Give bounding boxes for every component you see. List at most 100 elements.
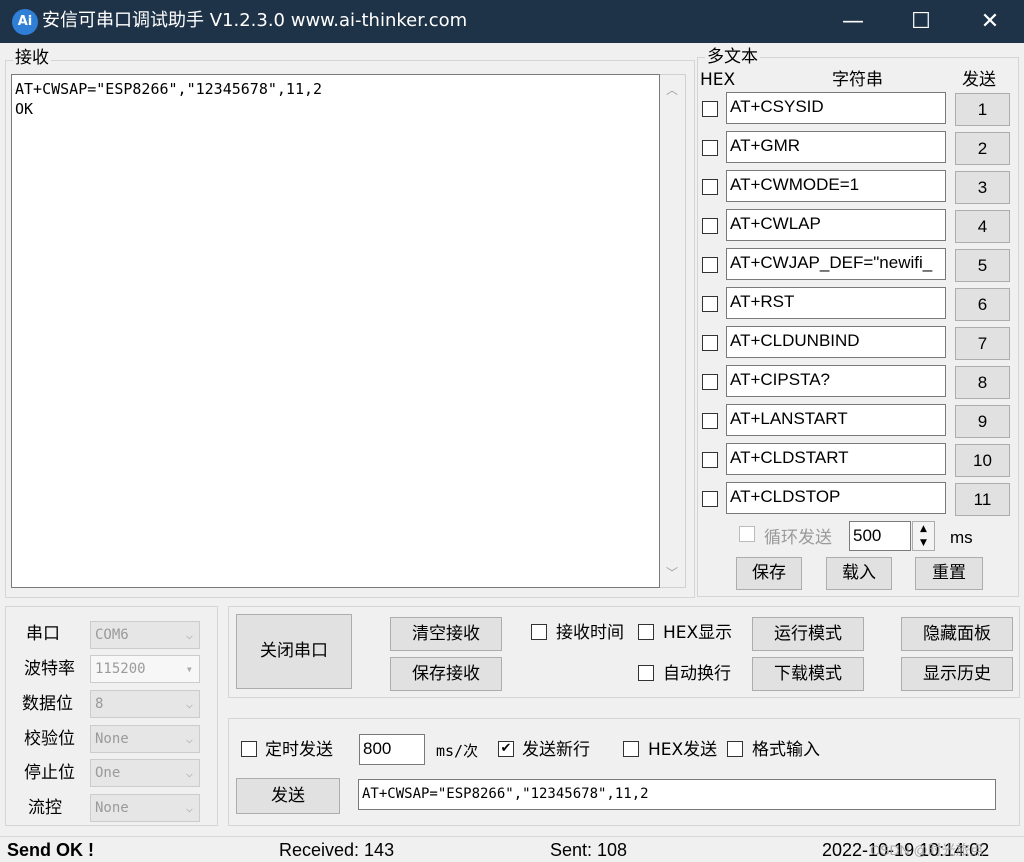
close-icon: ✕ <box>980 9 1000 34</box>
loop-send-checkbox[interactable] <box>739 526 755 542</box>
watermark: CSDN @时光旅点 <box>870 842 984 858</box>
multi-string-input[interactable]: AT+CLDSTART <box>726 443 946 475</box>
port-select[interactable]: COM6 ⌵ <box>90 621 200 649</box>
multi-string-input[interactable]: AT+CWJAP_DEF="newifi_ <box>726 248 946 280</box>
multi-string-input[interactable]: AT+LANSTART <box>726 404 946 436</box>
multi-string-input[interactable]: AT+CLDSTOP <box>726 482 946 514</box>
port-label: 串口 <box>26 624 60 644</box>
close-button[interactable]: ✕ <box>956 0 1024 43</box>
spin-up-icon[interactable]: ▲ <box>913 522 934 536</box>
save-button[interactable]: 保存 <box>736 557 802 590</box>
multi-string-input[interactable]: AT+CIPSTA? <box>726 365 946 397</box>
multi-hex-checkbox[interactable] <box>702 257 718 273</box>
multi-string-input[interactable]: AT+GMR <box>726 131 946 163</box>
receive-scrollbar[interactable]: ︿ ﹀ <box>660 74 686 588</box>
close-port-button[interactable]: 关闭串口 <box>236 614 352 689</box>
format-input-checkbox[interactable] <box>727 741 743 757</box>
send-input[interactable]: AT+CWSAP="ESP8266","12345678",11,2 <box>358 779 996 810</box>
minimize-button[interactable]: — <box>819 0 887 43</box>
multi-send-button[interactable]: 4 <box>955 210 1010 243</box>
databits-select[interactable]: 8 ⌵ <box>90 690 200 718</box>
multi-text-caption: 多文本 <box>705 46 760 68</box>
spin-down-icon[interactable]: ▼ <box>913 536 934 550</box>
minimize-icon: — <box>842 9 864 34</box>
received-count: Received: 143 <box>279 840 395 860</box>
receive-textarea[interactable]: AT+CWSAP="ESP8266","12345678",11,2 OK <box>11 74 660 588</box>
databits-value: 8 <box>95 696 104 712</box>
loop-interval-spinner[interactable]: ▲ ▼ <box>912 521 935 551</box>
multi-hex-checkbox[interactable] <box>702 101 718 117</box>
multi-hex-checkbox[interactable] <box>702 452 718 468</box>
multi-send-button[interactable]: 5 <box>955 249 1010 282</box>
multi-send-button[interactable]: 10 <box>955 444 1010 477</box>
show-history-button[interactable]: 显示历史 <box>901 657 1013 691</box>
timed-send-checkbox[interactable] <box>241 741 257 757</box>
reset-button[interactable]: 重置 <box>915 557 983 590</box>
chevron-down-icon: ⌵ <box>185 732 193 746</box>
window-title: 安信可串口调试助手 V1.2.3.0 www.ai-thinker.com <box>42 10 468 31</box>
multi-hex-checkbox[interactable] <box>702 335 718 351</box>
multi-hex-checkbox[interactable] <box>702 413 718 429</box>
multi-send-button[interactable]: 7 <box>955 327 1010 360</box>
run-mode-button[interactable]: 运行模式 <box>752 617 864 651</box>
maximize-button[interactable]: ☐ <box>887 0 955 43</box>
send-button[interactable]: 发送 <box>236 778 340 814</box>
send-interval-input[interactable]: 800 <box>359 734 425 765</box>
multi-string-input[interactable]: AT+CWLAP <box>726 209 946 241</box>
multi-hex-checkbox[interactable] <box>702 374 718 390</box>
flow-select[interactable]: None ⌵ <box>90 794 200 822</box>
multi-string-input[interactable]: AT+CLDUNBIND <box>726 326 946 358</box>
chevron-down-icon: ⌵ <box>185 766 193 780</box>
multi-send-button[interactable]: 9 <box>955 405 1010 438</box>
send-newline-checkbox[interactable]: ✔ <box>498 741 514 757</box>
parity-value: None <box>95 731 129 747</box>
stopbits-value: One <box>95 765 121 781</box>
hide-panel-button[interactable]: 隐藏面板 <box>901 617 1013 651</box>
multi-send-button[interactable]: 2 <box>955 132 1010 165</box>
maximize-icon: ☐ <box>911 9 931 34</box>
multi-hex-checkbox[interactable] <box>702 140 718 156</box>
hex-column-header: HEX <box>700 70 736 90</box>
string-column-header: 字符串 <box>832 70 883 90</box>
auto-newline-checkbox[interactable] <box>638 665 654 681</box>
sent-count: Sent: 108 <box>550 840 628 860</box>
loop-unit-label: ms <box>950 528 973 547</box>
multi-hex-checkbox[interactable] <box>702 179 718 195</box>
multi-send-button[interactable]: 3 <box>955 171 1010 204</box>
loop-interval-input[interactable]: 500 <box>849 521 911 551</box>
timed-send-label: 定时发送 <box>265 740 333 760</box>
multi-hex-checkbox[interactable] <box>702 218 718 234</box>
hex-send-checkbox[interactable] <box>623 741 639 757</box>
scroll-down-icon[interactable]: ﹀ <box>660 564 684 581</box>
multi-string-input[interactable]: AT+CSYSID <box>726 92 946 124</box>
clear-receive-button[interactable]: 清空接收 <box>390 617 502 651</box>
port-value: COM6 <box>95 627 129 643</box>
multi-send-button[interactable]: 1 <box>955 93 1010 126</box>
download-mode-button[interactable]: 下载模式 <box>752 657 864 691</box>
multi-send-button[interactable]: 8 <box>955 366 1010 399</box>
load-button[interactable]: 载入 <box>826 557 892 590</box>
multi-send-button[interactable]: 6 <box>955 288 1010 321</box>
multi-hex-checkbox[interactable] <box>702 296 718 312</box>
hex-display-checkbox[interactable] <box>638 624 654 640</box>
scroll-up-icon[interactable]: ︿ <box>660 81 684 98</box>
multi-hex-checkbox[interactable] <box>702 491 718 507</box>
hex-send-label: HEX发送 <box>648 740 718 760</box>
multi-send-button[interactable]: 11 <box>955 483 1010 516</box>
baud-select[interactable]: 115200 ▾ <box>90 655 200 683</box>
auto-newline-label: 自动换行 <box>663 664 731 684</box>
multi-string-input[interactable]: AT+RST <box>726 287 946 319</box>
receive-time-checkbox[interactable] <box>531 624 547 640</box>
databits-label: 数据位 <box>22 694 73 714</box>
flow-label: 流控 <box>28 798 62 818</box>
dropdown-arrow-icon: ▾ <box>185 662 193 676</box>
chevron-down-icon: ⌵ <box>185 801 193 815</box>
stopbits-select[interactable]: One ⌵ <box>90 759 200 787</box>
app-logo-icon: Ai <box>12 9 38 35</box>
format-input-label: 格式输入 <box>752 740 820 760</box>
send-interval-unit: ms/次 <box>436 742 479 760</box>
multi-string-input[interactable]: AT+CWMODE=1 <box>726 170 946 202</box>
parity-select[interactable]: None ⌵ <box>90 725 200 753</box>
flow-value: None <box>95 800 129 816</box>
save-receive-button[interactable]: 保存接收 <box>390 657 502 691</box>
